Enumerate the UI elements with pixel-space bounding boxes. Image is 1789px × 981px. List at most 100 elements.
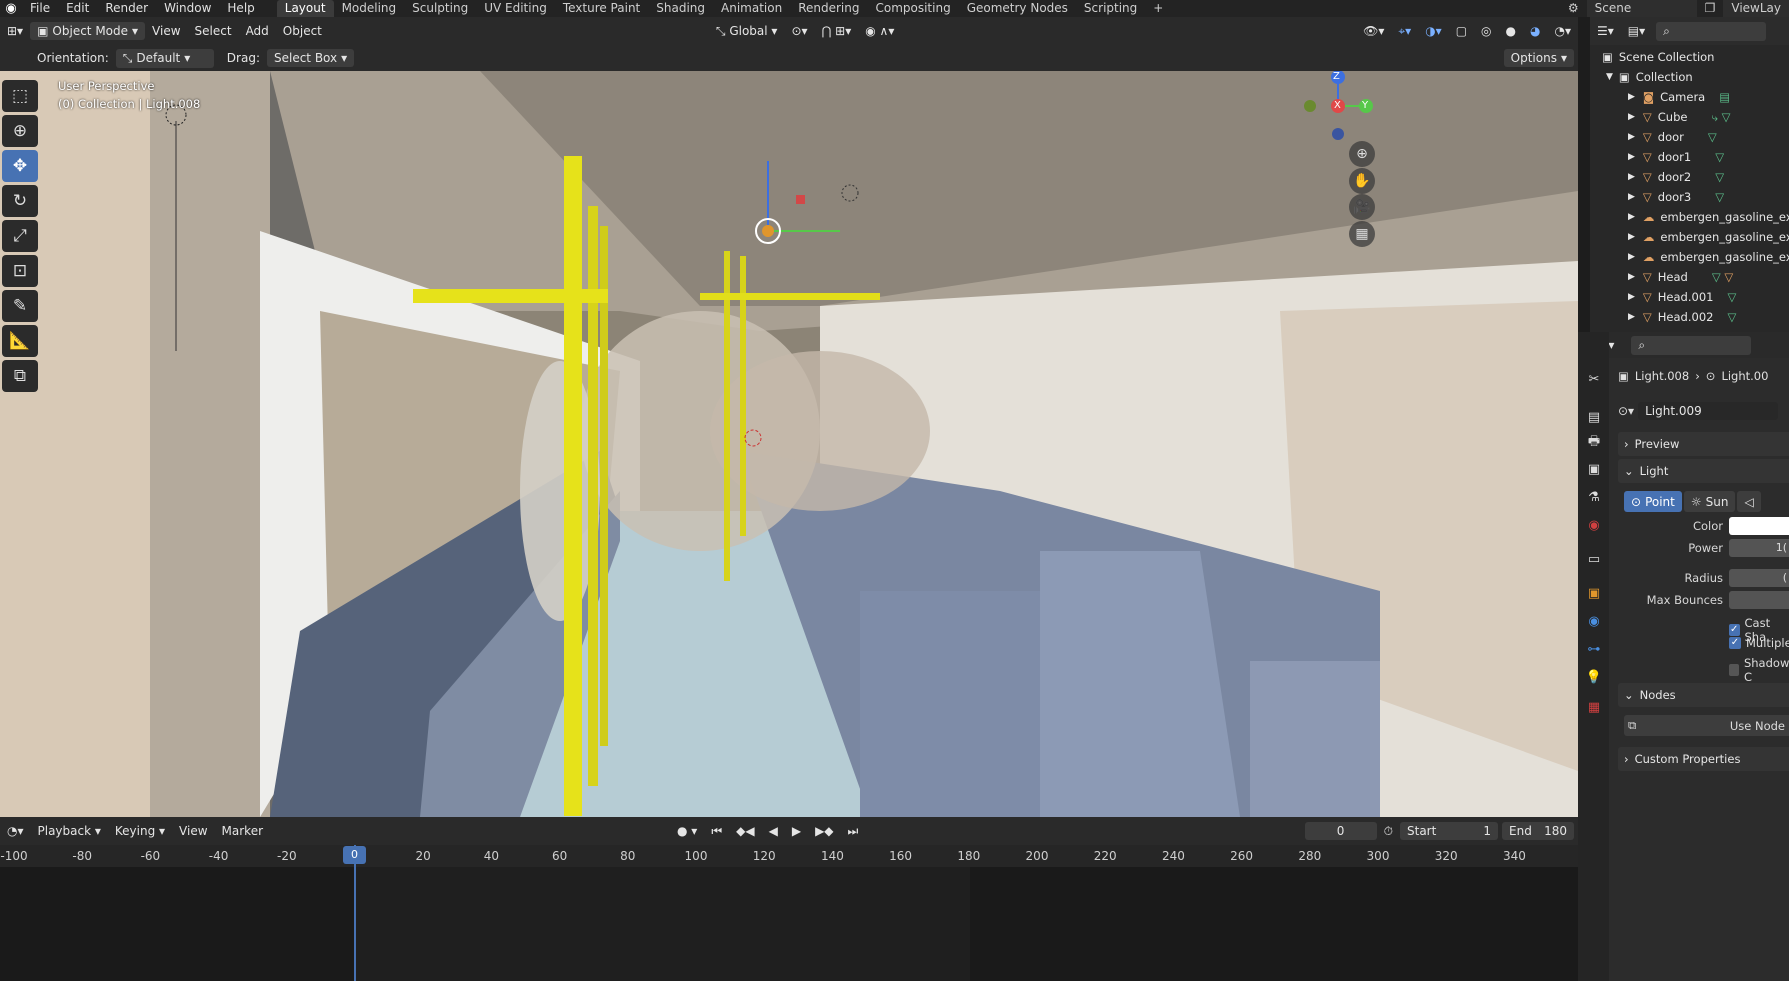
expand-icon[interactable]: ▶ [1628, 292, 1635, 302]
nodes-panel-header[interactable]: ⌄ Nodes [1618, 683, 1789, 707]
outliner-item[interactable]: ▶ ▽ door3 ▽ [1590, 187, 1789, 207]
outliner-item[interactable]: ▶ ▽ door2 ▽ [1590, 167, 1789, 187]
workspace-tab-scripting[interactable]: Scripting [1076, 0, 1145, 17]
record-icon[interactable]: ● ▾ [670, 824, 704, 838]
light-type-sun-button[interactable]: ☼ Sun [1683, 491, 1736, 512]
proportional-edit-icon[interactable]: ◉ ∧▾ [858, 24, 901, 38]
add-workspace-icon[interactable]: + [1145, 0, 1171, 17]
light-type-point-button[interactable]: ⊙ Point [1624, 491, 1682, 512]
visibility-icon[interactable]: 👁▾ [1356, 24, 1391, 38]
blender-logo-icon[interactable]: ◉ [0, 1, 22, 16]
preview-range-icon[interactable]: ⏱ [1377, 824, 1400, 839]
outliner-item[interactable]: ▶ ◙ Camera ▤ [1590, 87, 1789, 107]
scene-tab-icon[interactable]: ⚗ [1583, 486, 1605, 508]
expand-icon[interactable]: ▶ [1628, 252, 1635, 262]
annotate-icon[interactable]: ✎ [2, 290, 38, 322]
marker-menu[interactable]: Marker [215, 824, 270, 838]
menu-edit[interactable]: Edit [58, 0, 97, 17]
power-field[interactable]: 1( [1729, 539, 1789, 557]
workspace-tab-layout[interactable]: Layout [276, 0, 334, 17]
outliner-collection[interactable]: ▼ ▣ Collection [1590, 67, 1789, 87]
world-tab-icon[interactable]: ◉ [1583, 514, 1605, 536]
transform-orientation-dropdown[interactable]: ⤡ Global ▾ [709, 24, 785, 39]
cursor-icon[interactable]: ⊕ [2, 115, 38, 147]
playhead-line[interactable] [354, 845, 356, 981]
timeline-ruler[interactable]: -100 -80 -60 -40 -20 0 20 40 60 80 100 120 140 160 180… [0, 845, 1578, 867]
3d-viewport[interactable]: User Perspective (0) Collection | Light.… [0, 71, 1578, 817]
workspace-tab-compositing[interactable]: Compositing [867, 0, 958, 17]
end-frame-field[interactable]: End 180 [1502, 822, 1574, 840]
expand-icon[interactable]: ▶ [1628, 212, 1635, 222]
overlay-toggle-icon[interactable]: ◑▾ [1418, 24, 1449, 38]
multiple-importance-checkbox[interactable]: ✓ Multiple [1729, 636, 1789, 650]
outliner-item[interactable]: ▶ ▽ Head.001 ▽ [1590, 287, 1789, 307]
outliner-item[interactable]: ▶ ▽ Head ▽ ▽ [1590, 267, 1789, 287]
timeline-view-menu[interactable]: View [172, 824, 214, 838]
transform-icon[interactable]: ⊡ [2, 255, 38, 287]
outliner-item[interactable]: ▶ ☁ embergen_gasoline_explo [1590, 207, 1789, 227]
expand-collection-icon[interactable]: ▼ [1606, 72, 1613, 82]
viewlayer-selector[interactable]: ViewLay [1723, 0, 1789, 17]
next-keyframe-icon[interactable]: ▶◆ [808, 824, 840, 838]
timeline-body[interactable] [0, 867, 1578, 981]
rotate-icon[interactable]: ↻ [2, 185, 38, 217]
workspace-tab-rendering[interactable]: Rendering [790, 0, 867, 17]
outliner-item[interactable]: ▶ ▽ Cube ⤷ ▽ [1590, 107, 1789, 127]
expand-icon[interactable]: ▶ [1628, 232, 1635, 242]
keying-menu[interactable]: Keying ▾ [108, 824, 172, 838]
output-tab-icon[interactable]: 🖶 [1583, 432, 1605, 454]
menu-add[interactable]: Add [239, 24, 276, 38]
jump-end-icon[interactable]: ⏭ [841, 824, 866, 839]
drag-dropdown[interactable]: Select Box ▾ [266, 49, 355, 67]
expand-icon[interactable]: ▶ [1628, 192, 1635, 202]
play-icon[interactable]: ▶ [785, 824, 808, 838]
collection-tab-icon[interactable]: ▭ [1583, 548, 1605, 570]
pivot-point-icon[interactable]: ⊙▾ [784, 24, 814, 38]
use-nodes-button[interactable]: ⧉ Use Node [1624, 715, 1789, 736]
camera-view-icon[interactable]: 🎥 [1349, 194, 1375, 220]
expand-icon[interactable]: ▶ [1628, 152, 1635, 162]
xray-icon[interactable]: ▢ [1449, 24, 1474, 38]
prev-keyframe-icon[interactable]: ◆◀ [729, 824, 761, 838]
menu-window[interactable]: Window [156, 0, 219, 17]
ortho-grid-icon[interactable]: ▦ [1349, 221, 1375, 247]
timeline-editor-icon[interactable]: ◔▾ [0, 824, 31, 838]
menu-help[interactable]: Help [219, 0, 262, 17]
light-data-tab-icon[interactable]: 💡 [1583, 666, 1605, 688]
shading-rendered-icon[interactable]: ◔▾ [1548, 24, 1579, 38]
menu-file[interactable]: File [22, 0, 58, 17]
playback-menu[interactable]: Playback ▾ [31, 824, 108, 838]
display-mode-icon[interactable]: ▤▾ [1621, 24, 1652, 38]
playhead-indicator[interactable]: 0 [343, 846, 366, 864]
preview-panel-header[interactable]: › Preview [1618, 432, 1789, 456]
editor-type-icon[interactable]: ⊞▾ [0, 24, 30, 38]
render-tab-icon[interactable]: ▤ [1583, 406, 1605, 428]
select-box-icon[interactable]: ⬚ [2, 80, 38, 112]
properties-search[interactable]: ⌕ [1631, 335, 1752, 355]
outliner-item[interactable]: ▶ ▽ door1 ▽ [1590, 147, 1789, 167]
scene-icon[interactable]: ⚙ [1560, 0, 1587, 17]
add-cube-icon[interactable]: ⧉ [2, 360, 38, 392]
outliner-item[interactable]: ▶ ▽ Head.002 ▽ [1590, 307, 1789, 327]
constraints-tab-icon[interactable]: ⊶ [1583, 638, 1605, 660]
expand-icon[interactable]: ▶ [1628, 132, 1635, 142]
shadow-caustics-checkbox[interactable]: Shadow C [1729, 656, 1789, 684]
menu-view[interactable]: View [145, 24, 187, 38]
texture-tab-icon[interactable]: ▦ [1583, 696, 1605, 718]
light-type-icon[interactable]: ⊙▾ [1618, 404, 1634, 418]
color-swatch[interactable] [1729, 517, 1789, 535]
outliner-item[interactable]: ▶ ☁ embergen_gasoline_explo [1590, 227, 1789, 247]
workspace-tab-texture-paint[interactable]: Texture Paint [555, 0, 648, 17]
new-scene-icon[interactable]: ❐ [1697, 0, 1724, 17]
workspace-tab-animation[interactable]: Animation [713, 0, 790, 17]
light-type-spot-button[interactable]: ◁ [1737, 491, 1761, 512]
measure-icon[interactable]: 📐 [2, 325, 38, 357]
current-frame-field[interactable]: 0 [1304, 822, 1377, 840]
expand-icon[interactable]: ▶ [1628, 92, 1635, 102]
object-tab-icon[interactable]: ▣ [1583, 582, 1605, 604]
outliner-scene-collection[interactable]: ▣ Scene Collection [1590, 47, 1789, 67]
radius-field[interactable]: ( [1729, 569, 1789, 587]
expand-icon[interactable]: ▶ [1628, 312, 1635, 322]
tool-tab-icon[interactable]: ✂ [1583, 368, 1605, 390]
workspace-tab-sculpting[interactable]: Sculpting [404, 0, 476, 17]
